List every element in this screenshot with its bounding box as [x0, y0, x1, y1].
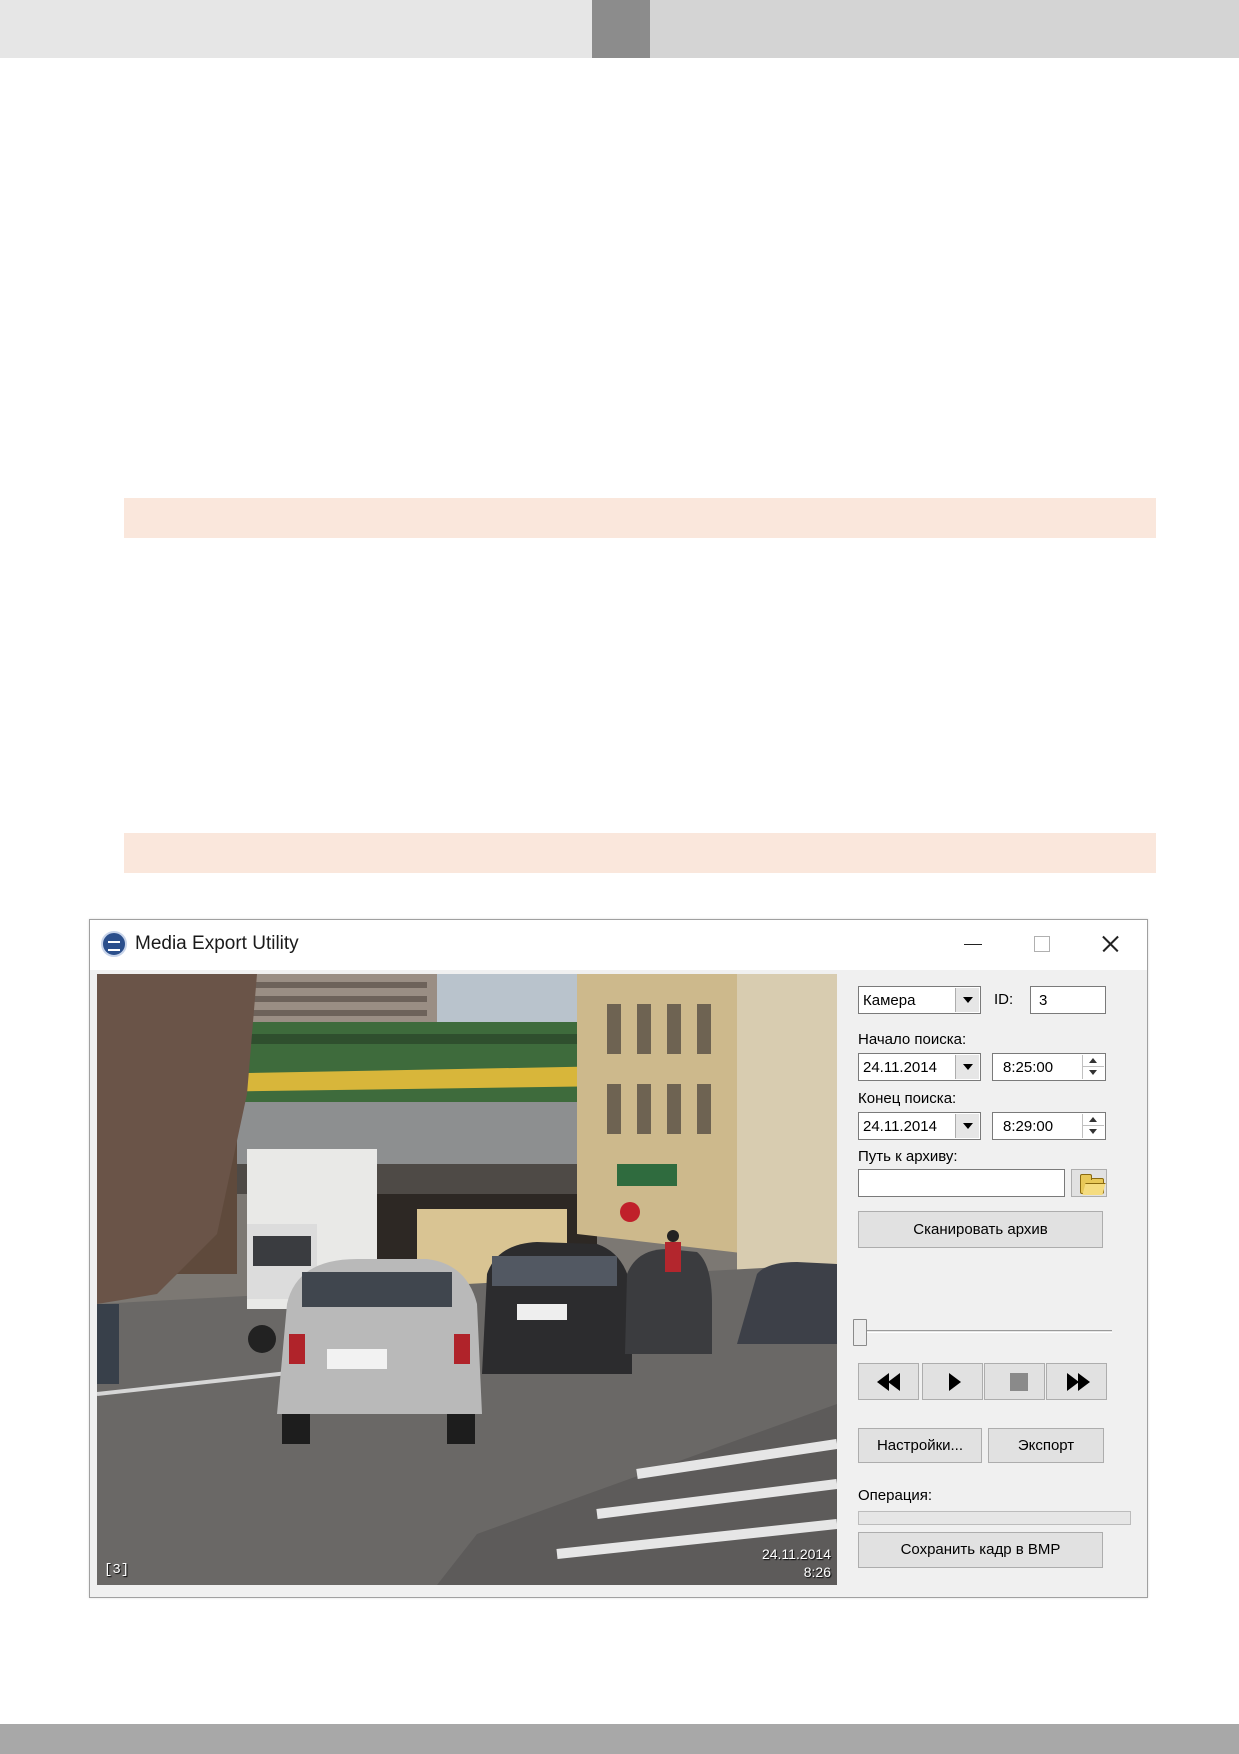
id-label: ID: [994, 991, 1014, 1008]
chevron-down-icon[interactable] [955, 1114, 979, 1138]
page-header-right [650, 0, 1239, 58]
window-title: Media Export Utility [135, 933, 299, 954]
export-button-label: Экспорт [1017, 1437, 1075, 1454]
scan-archive-button-label: Сканировать архив [913, 1221, 1048, 1238]
page-footer-bar [0, 1724, 1239, 1754]
app-logo-icon [101, 931, 127, 957]
stop-button[interactable] [984, 1363, 1045, 1400]
scan-archive-button[interactable]: Сканировать архив [858, 1211, 1103, 1248]
play-button[interactable] [922, 1363, 983, 1400]
chevron-down-icon[interactable] [955, 1055, 979, 1079]
video-camera-label: [3] [104, 1562, 130, 1578]
spin-up-icon[interactable] [1089, 1058, 1097, 1063]
search-end-time-field[interactable]: 8:29:00 [992, 1112, 1106, 1140]
spin-down-icon[interactable] [1089, 1129, 1097, 1134]
export-button[interactable]: Экспорт [988, 1428, 1104, 1463]
spin-down-icon[interactable] [1089, 1070, 1097, 1075]
page-header-marker [592, 0, 650, 58]
highlight-band-top [124, 498, 1156, 538]
maximize-button[interactable] [1011, 924, 1071, 964]
archive-path-label: Путь к архиву: [858, 1148, 958, 1165]
rewind-button[interactable] [858, 1363, 919, 1400]
archive-path-input[interactable] [858, 1169, 1065, 1197]
highlight-band-bottom [124, 833, 1156, 873]
camera-combo-value: Камера [863, 992, 916, 1009]
operation-label: Операция: [858, 1487, 933, 1504]
spin-up-icon[interactable] [1089, 1117, 1097, 1122]
timeline-slider-thumb[interactable] [853, 1319, 867, 1346]
fast-forward-button[interactable] [1046, 1363, 1107, 1400]
settings-button[interactable]: Настройки... [858, 1428, 982, 1463]
operation-progress-bar [858, 1511, 1131, 1525]
minimize-button[interactable] [942, 924, 1002, 964]
search-end-date: 24.11.2014 [863, 1118, 937, 1135]
time-spinner[interactable] [1082, 1055, 1104, 1079]
folder-icon [1080, 1174, 1104, 1194]
video-preview: [3] 24.11.2014 8:26 [97, 974, 837, 1585]
browse-button[interactable] [1071, 1169, 1107, 1197]
search-start-time-field[interactable]: 8:25:00 [992, 1053, 1106, 1081]
close-button[interactable] [1080, 924, 1140, 964]
chevron-down-icon[interactable] [955, 988, 979, 1012]
search-end-date-picker[interactable]: 24.11.2014 [858, 1112, 981, 1140]
video-time: 8:26 [803, 1564, 831, 1580]
video-date: 24.11.2014 [761, 1546, 831, 1562]
time-spinner[interactable] [1082, 1114, 1104, 1138]
save-frame-button[interactable]: Сохранить кадр в BMP [858, 1532, 1103, 1568]
title-bar: Media Export Utility [90, 920, 1147, 970]
settings-button-label: Настройки... [876, 1437, 964, 1454]
play-icon [949, 1373, 961, 1391]
street-scene-image [97, 974, 837, 1585]
search-end-time: 8:29:00 [1003, 1118, 1054, 1135]
search-start-label: Начало поиска: [858, 1031, 967, 1048]
search-start-time: 8:25:00 [1003, 1059, 1054, 1076]
camera-combo[interactable]: Камера [858, 986, 981, 1014]
id-input-value: 3 [1039, 992, 1048, 1009]
id-input[interactable]: 3 [1030, 986, 1106, 1014]
save-frame-button-label: Сохранить кадр в BMP [900, 1541, 1061, 1558]
page-header-left [0, 0, 592, 58]
media-export-window: Media Export Utility [3] 24.11.2014 8:26… [89, 919, 1148, 1598]
search-start-date: 24.11.2014 [863, 1059, 937, 1076]
timeline-slider-track[interactable] [865, 1330, 1112, 1333]
stop-icon [1010, 1373, 1028, 1391]
search-end-label: Конец поиска: [858, 1090, 957, 1107]
search-start-date-picker[interactable]: 24.11.2014 [858, 1053, 981, 1081]
